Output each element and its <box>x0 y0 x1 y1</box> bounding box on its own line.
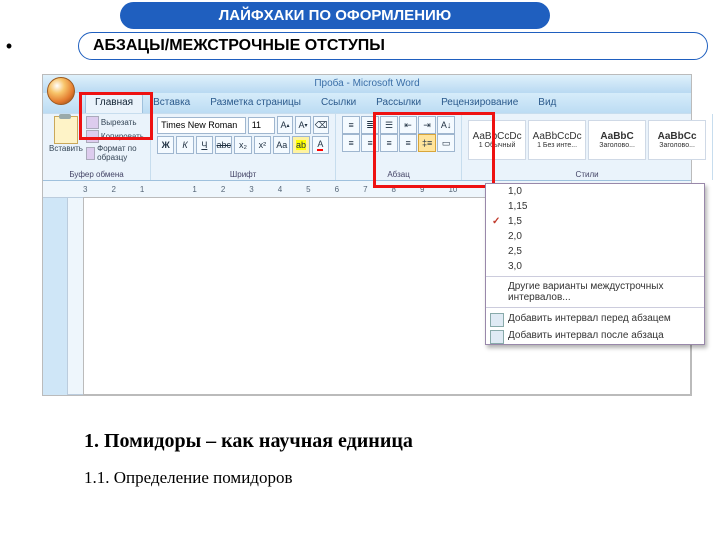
style-preview: АаBbCcDc <box>533 131 582 142</box>
spacing-more-options[interactable]: Другие варианты междустрочных интервалов… <box>486 279 704 305</box>
bullets-button[interactable]: ≡ <box>342 116 360 134</box>
ruler-tick: 3 <box>83 185 87 194</box>
style-preview: AaBbCc <box>658 131 697 142</box>
vertical-ruler[interactable] <box>67 197 84 395</box>
format-painter-button[interactable]: Формат по образцу <box>86 144 144 162</box>
add-space-after[interactable]: Добавить интервал после абзаца <box>486 327 704 344</box>
underline-button[interactable]: Ч <box>196 136 213 154</box>
tab-review[interactable]: Рецензирование <box>431 93 528 113</box>
italic-button[interactable]: К <box>176 136 193 154</box>
ruler-tick: 2 <box>221 185 225 194</box>
clear-formatting-button[interactable]: ⌫ <box>313 116 329 134</box>
slide-subhead-row: • АБЗАЦЫ/МЕЖСТРОЧНЫЕ ОТСТУПЫ <box>0 32 720 60</box>
doc-heading-1: 1. Помидоры – как научная единица <box>84 430 413 453</box>
spacing-option-1-15[interactable]: 1,15 <box>486 199 704 214</box>
slide-title: ЛАЙФХАКИ ПО ОФОРМЛЕНИЮ <box>120 2 550 29</box>
paste-label: Вставить <box>49 144 83 153</box>
font-color-button[interactable]: A <box>312 136 329 154</box>
ruler-tick: 2 <box>111 185 115 194</box>
style-heading2[interactable]: AaBbCcЗаголово... <box>648 120 706 160</box>
ruler-tick: 7 <box>363 185 367 194</box>
change-case-button[interactable]: Aa <box>273 136 290 154</box>
spacing-option-1-5[interactable]: 1,5 <box>486 214 704 229</box>
style-name: Заголово... <box>659 142 695 149</box>
ruler-tick: 6 <box>335 185 339 194</box>
highlight-button[interactable]: ab <box>292 136 309 154</box>
ruler-tick: 5 <box>306 185 310 194</box>
subscript-button[interactable]: x₂ <box>234 136 251 154</box>
ruler-tick: 1 <box>192 185 196 194</box>
spacing-option-1-0[interactable]: 1,0 <box>486 184 704 199</box>
group-font-label: Шрифт <box>157 169 329 180</box>
doc-heading-2: 1.1. Определение помидоров <box>84 468 292 488</box>
style-name: 1 Без инте... <box>537 142 577 149</box>
paste-icon <box>54 116 78 144</box>
group-clipboard-label: Буфер обмена <box>49 169 144 180</box>
ruler-tick: 3 <box>249 185 253 194</box>
word-window: Проба - Microsoft Word Главная Вставка Р… <box>42 74 692 396</box>
window-titlebar: Проба - Microsoft Word <box>43 75 691 93</box>
strikethrough-button[interactable]: abc <box>215 136 232 154</box>
tab-page-layout[interactable]: Разметка страницы <box>200 93 311 113</box>
group-font: Times New Roman 11 A▴ A▾ ⌫ Ж К Ч abc x₂ … <box>151 114 336 180</box>
spacing-option-3-0[interactable]: 3,0 <box>486 259 704 274</box>
style-no-spacing[interactable]: АаBbCcDc1 Без инте... <box>528 120 586 160</box>
style-preview: AaBbC <box>600 131 633 142</box>
align-left-button[interactable]: ≡ <box>342 134 360 152</box>
font-size-combo[interactable]: 11 <box>248 117 275 134</box>
font-family-combo[interactable]: Times New Roman <box>157 117 246 134</box>
format-painter-label: Формат по образцу <box>97 144 144 162</box>
group-styles-label: Стили <box>468 169 706 180</box>
group-styles: АаBbCcDc1 Обычный АаBbCcDc1 Без инте... … <box>462 114 713 180</box>
paste-button[interactable]: Вставить <box>49 116 83 162</box>
spacing-option-2-0[interactable]: 2,0 <box>486 229 704 244</box>
style-name: Заголово... <box>599 142 635 149</box>
bold-button[interactable]: Ж <box>157 136 174 154</box>
ruler-tick: 4 <box>278 185 282 194</box>
highlight-box-tab <box>79 92 153 140</box>
slide-subtitle: АБЗАЦЫ/МЕЖСТРОЧНЫЕ ОТСТУПЫ <box>78 32 708 60</box>
style-heading1[interactable]: AaBbCЗаголово... <box>588 120 646 160</box>
superscript-button[interactable]: x² <box>254 136 271 154</box>
spacing-option-2-5[interactable]: 2,5 <box>486 244 704 259</box>
grow-font-button[interactable]: A▴ <box>277 116 293 134</box>
bullet-dot: • <box>0 36 18 57</box>
highlight-box-paragraph <box>373 112 495 188</box>
ruler-tick: 1 <box>140 185 144 194</box>
shrink-font-button[interactable]: A▾ <box>295 116 311 134</box>
brush-icon <box>86 147 95 160</box>
tab-mailings[interactable]: Рассылки <box>366 93 431 113</box>
line-spacing-dropdown: 1,0 1,15 1,5 2,0 2,5 3,0 Другие варианты… <box>485 183 705 345</box>
tab-references[interactable]: Ссылки <box>311 93 366 113</box>
office-orb-button[interactable] <box>47 77 75 105</box>
add-space-before[interactable]: Добавить интервал перед абзацем <box>486 310 704 327</box>
tab-view[interactable]: Вид <box>528 93 566 113</box>
